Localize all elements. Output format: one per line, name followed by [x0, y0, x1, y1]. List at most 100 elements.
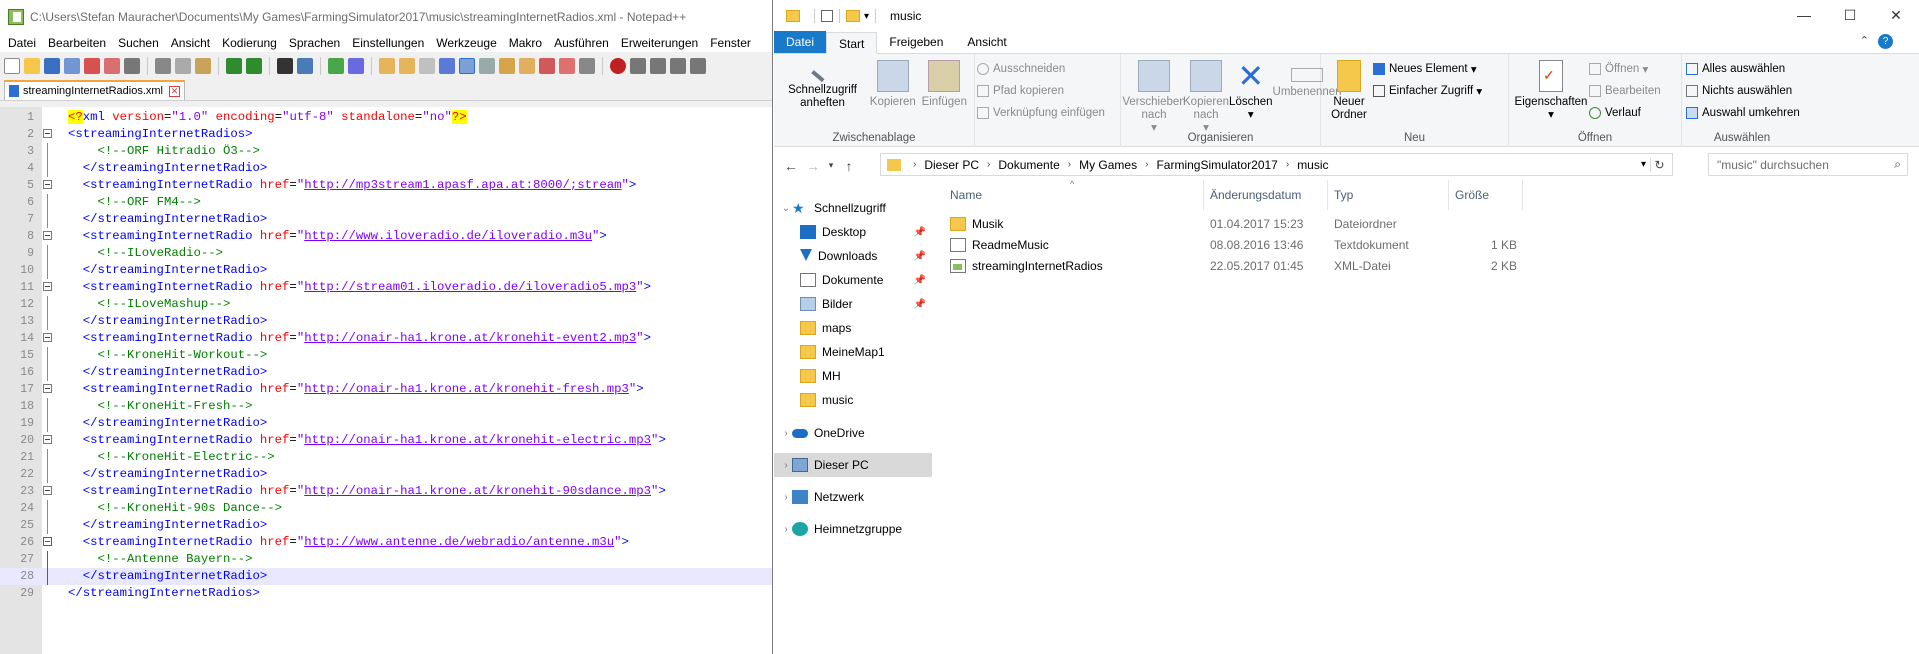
nav-homegroup[interactable]: › Heimnetzgruppe: [774, 517, 932, 541]
macro-record-icon[interactable]: [610, 58, 626, 74]
save-icon[interactable]: [44, 58, 60, 74]
crumb-music[interactable]: music: [1293, 158, 1332, 172]
code-line[interactable]: 22 </streamingInternetRadio>: [0, 466, 772, 483]
menu-ausführen[interactable]: Ausführen: [548, 34, 615, 52]
print-icon[interactable]: [124, 58, 140, 74]
file-row[interactable]: streamingInternetRadios 22.05.2017 01:45 X…: [944, 255, 1517, 276]
tab-share[interactable]: Freigeben: [877, 31, 955, 53]
recent-locations-icon[interactable]: ▾: [824, 160, 838, 171]
url-link[interactable]: http://www.iloveradio.de/iloveradio.m3u: [304, 229, 592, 243]
crumb-this-pc[interactable]: Dieser PC: [920, 158, 983, 172]
code-line[interactable]: 1 <?xml version="1.0" encoding="utf-8" st…: [0, 109, 772, 126]
code-line[interactable]: 25 </streamingInternetRadio>: [0, 517, 772, 534]
zoom-out-icon[interactable]: [348, 58, 364, 74]
macro-save-icon[interactable]: [690, 58, 706, 74]
menu-werkzeuge[interactable]: Werkzeuge: [430, 34, 502, 52]
url-link[interactable]: http://onair-ha1.krone.at/kronehit-elect…: [304, 433, 651, 447]
column-date[interactable]: Änderungsdatum: [1204, 180, 1328, 210]
properties-quick-icon[interactable]: [821, 10, 833, 22]
code-line[interactable]: 3 <!--ORF Hitradio Ö3-->: [0, 143, 772, 160]
quick-access-dropdown-icon[interactable]: ▾: [864, 11, 869, 22]
menu-ansicht[interactable]: Ansicht: [165, 34, 216, 52]
easy-access-button[interactable]: Einfacher Zugriff ▾: [1373, 82, 1482, 100]
npp-file-tab[interactable]: streamingInternetRadios.xml ✕: [4, 80, 186, 100]
nav-meinemap1[interactable]: MeineMap1: [774, 340, 932, 364]
open-button[interactable]: Öffnen ▾: [1589, 60, 1661, 78]
show-all-chars-icon[interactable]: [439, 58, 455, 74]
paste-icon[interactable]: [195, 58, 211, 74]
expanded-chevron-icon[interactable]: ⌄: [780, 203, 792, 214]
monitoring-icon[interactable]: [559, 58, 575, 74]
paste-shortcut-button[interactable]: Verknüpfung einfügen: [977, 104, 1105, 122]
tab-view[interactable]: Ansicht: [955, 31, 1018, 53]
folder-as-workspace-icon[interactable]: [539, 58, 555, 74]
code-line[interactable]: 9 <!--ILoveRadio-->: [0, 245, 772, 262]
copy-path-button[interactable]: Pfad kopieren: [977, 82, 1105, 100]
new-file-icon[interactable]: [4, 58, 20, 74]
close-tab-icon[interactable]: ✕: [169, 85, 181, 97]
open-file-icon[interactable]: [24, 58, 40, 74]
chevron-right-icon[interactable]: ›: [983, 159, 994, 170]
macro-stop-icon[interactable]: [630, 58, 646, 74]
forward-arrow-icon[interactable]: →: [802, 158, 824, 174]
code-line[interactable]: 18 <!--KroneHit-Fresh-->: [0, 398, 772, 415]
crumb-farmingsimulator[interactable]: FarmingSimulator2017: [1152, 158, 1281, 172]
eye-icon[interactable]: [579, 58, 595, 74]
address-bar[interactable]: › Dieser PC › Dokumente › My Games › Far…: [880, 153, 1673, 176]
url-link[interactable]: http://www.antenne.de/webradio/antenne.m…: [304, 535, 614, 549]
chevron-right-icon[interactable]: ›: [1282, 159, 1293, 170]
fold-toggle-icon[interactable]: [43, 129, 52, 138]
fold-toggle-icon[interactable]: [43, 282, 52, 291]
url-link[interactable]: http://onair-ha1.krone.at/kronehit-90sda…: [304, 484, 651, 498]
column-size[interactable]: Größe: [1449, 180, 1523, 210]
url-link[interactable]: http://stream01.iloveradio.de/iloveradio…: [304, 280, 636, 294]
zoom-in-icon[interactable]: [328, 58, 344, 74]
file-row[interactable]: Musik 01.04.2017 15:23 Dateiordner: [944, 213, 1517, 234]
macro-play-multi-icon[interactable]: [670, 58, 686, 74]
crumb-my-games[interactable]: My Games: [1075, 158, 1141, 172]
macro-play-icon[interactable]: [650, 58, 666, 74]
function-list-icon[interactable]: [519, 58, 535, 74]
fold-toggle-icon[interactable]: [43, 537, 52, 546]
code-line[interactable]: 27 <!--Antenne Bayern-->: [0, 551, 772, 568]
nav-this-pc[interactable]: › Dieser PC: [774, 453, 932, 477]
new-folder-quick-icon[interactable]: [846, 10, 860, 22]
indent-guide-icon[interactable]: [459, 58, 475, 74]
nav-music[interactable]: music: [774, 388, 932, 412]
code-line[interactable]: 21 <!--KroneHit-Electric-->: [0, 449, 772, 466]
select-none-button[interactable]: Nichts auswählen: [1686, 82, 1800, 100]
menu-datei[interactable]: Datei: [2, 34, 42, 52]
sync-h-icon[interactable]: [399, 58, 415, 74]
up-arrow-icon[interactable]: ↑: [838, 158, 860, 174]
tab-start[interactable]: Start: [826, 32, 878, 54]
undo-icon[interactable]: [226, 58, 242, 74]
url-link[interactable]: http://onair-ha1.krone.at/kronehit-fresh…: [304, 382, 629, 396]
sync-v-icon[interactable]: [379, 58, 395, 74]
code-line[interactable]: 28 </streamingInternetRadio>: [0, 568, 772, 585]
menu-kodierung[interactable]: Kodierung: [216, 34, 283, 52]
fold-toggle-icon[interactable]: [43, 231, 52, 240]
word-wrap-icon[interactable]: [419, 58, 435, 74]
nav-quick-access[interactable]: ⌄ ★ Schnellzugriff: [774, 196, 932, 220]
code-line[interactable]: 10 </streamingInternetRadio>: [0, 262, 772, 279]
code-line[interactable]: 24 <!--KroneHit-90s Dance-->: [0, 500, 772, 517]
close-all-icon[interactable]: [104, 58, 120, 74]
code-line[interactable]: 13 </streamingInternetRadio>: [0, 313, 772, 330]
cut-button[interactable]: Ausschneiden: [977, 60, 1105, 78]
new-item-button[interactable]: Neues Element ▾: [1373, 60, 1482, 78]
close-file-icon[interactable]: [84, 58, 100, 74]
code-line[interactable]: 6 <!--ORF FM4-->: [0, 194, 772, 211]
url-link[interactable]: http://mp3stream1.apasf.apa.at:8000/;str…: [304, 178, 621, 192]
code-line[interactable]: 4 </streamingInternetRadio>: [0, 160, 772, 177]
nav-mh[interactable]: MH: [774, 364, 932, 388]
code-line[interactable]: 26 <streamingInternetRadio href="http://…: [0, 534, 772, 551]
collapsed-chevron-icon[interactable]: ›: [780, 460, 792, 471]
search-input[interactable]: "music" durchsuchen ⌕: [1708, 153, 1908, 176]
code-line[interactable]: 15 <!--KroneHit-Workout-->: [0, 347, 772, 364]
code-line[interactable]: 8 <streamingInternetRadio href="http://w…: [0, 228, 772, 245]
collapsed-chevron-icon[interactable]: ›: [780, 428, 792, 439]
nav-network[interactable]: › Netzwerk: [774, 485, 932, 509]
url-link[interactable]: http://onair-ha1.krone.at/kronehit-event…: [304, 331, 636, 345]
chevron-right-icon[interactable]: ›: [1141, 159, 1152, 170]
help-icon[interactable]: ?: [1878, 34, 1893, 49]
